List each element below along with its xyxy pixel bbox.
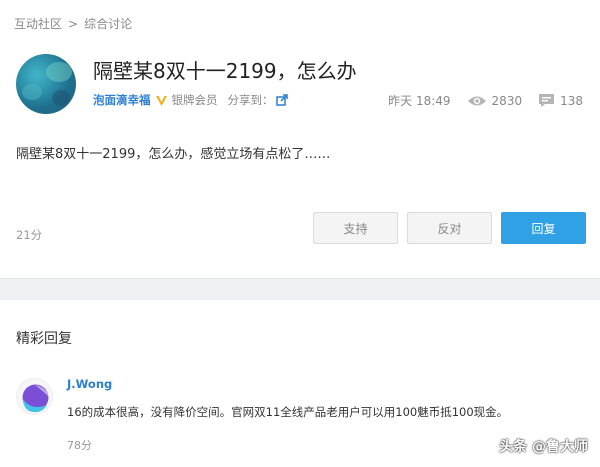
reply-avatar[interactable] bbox=[16, 378, 53, 415]
post-stats: 昨天 18:49 2830 138 bbox=[388, 92, 583, 109]
share-icon bbox=[275, 94, 288, 106]
share-button[interactable]: 分享到： bbox=[228, 92, 288, 108]
member-level: 银牌会员 bbox=[171, 93, 218, 107]
reply-score: 78分 bbox=[67, 439, 92, 452]
post-title: 隔壁某8双十一2199，怎么办 bbox=[93, 59, 357, 83]
reply-author-link[interactable]: J.Wong bbox=[67, 377, 112, 391]
post-content: 隔壁某8双十一2199，怎么办，感觉立场有点松了…… bbox=[16, 147, 331, 162]
vip-badge-icon bbox=[155, 95, 167, 106]
reply-button[interactable]: 回复 bbox=[501, 212, 586, 244]
post-author-link[interactable]: 泡面滴幸福 bbox=[93, 92, 151, 108]
breadcrumb-root-link[interactable]: 互动社区 bbox=[14, 15, 62, 32]
post-time: 昨天 18:49 bbox=[388, 94, 451, 108]
reply-avatar-logo-icon bbox=[22, 384, 49, 413]
author-avatar[interactable] bbox=[16, 54, 76, 114]
support-button[interactable]: 支持 bbox=[313, 212, 398, 244]
breadcrumb: 互动社区 > 综合讨论 bbox=[14, 15, 132, 32]
comments-count: 138 bbox=[560, 93, 583, 108]
breadcrumb-current-link[interactable]: 综合讨论 bbox=[84, 15, 132, 32]
views-count: 2830 bbox=[491, 93, 523, 108]
watermark-text: 头条 @鲁大师 bbox=[499, 439, 588, 455]
share-label: 分享到： bbox=[227, 93, 274, 107]
section-divider bbox=[0, 278, 600, 300]
views-stat: 2830 bbox=[467, 93, 523, 108]
eye-icon bbox=[467, 96, 486, 105]
oppose-button[interactable]: 反对 bbox=[407, 212, 492, 244]
comment-icon bbox=[539, 94, 555, 107]
reply-text: 16的成本很高，没有降价空间。官网双11全线产品老用户可以用100魅币抵100现… bbox=[67, 405, 509, 419]
post-meta: 泡面滴幸福 银牌会员 分享到： bbox=[93, 92, 288, 108]
breadcrumb-separator: > bbox=[68, 16, 79, 31]
post-score: 21分 bbox=[16, 228, 43, 242]
highlight-section-title: 精彩回复 bbox=[16, 331, 72, 347]
watermark: 头条 @鲁大师 bbox=[499, 436, 588, 456]
comments-stat: 138 bbox=[538, 93, 583, 108]
